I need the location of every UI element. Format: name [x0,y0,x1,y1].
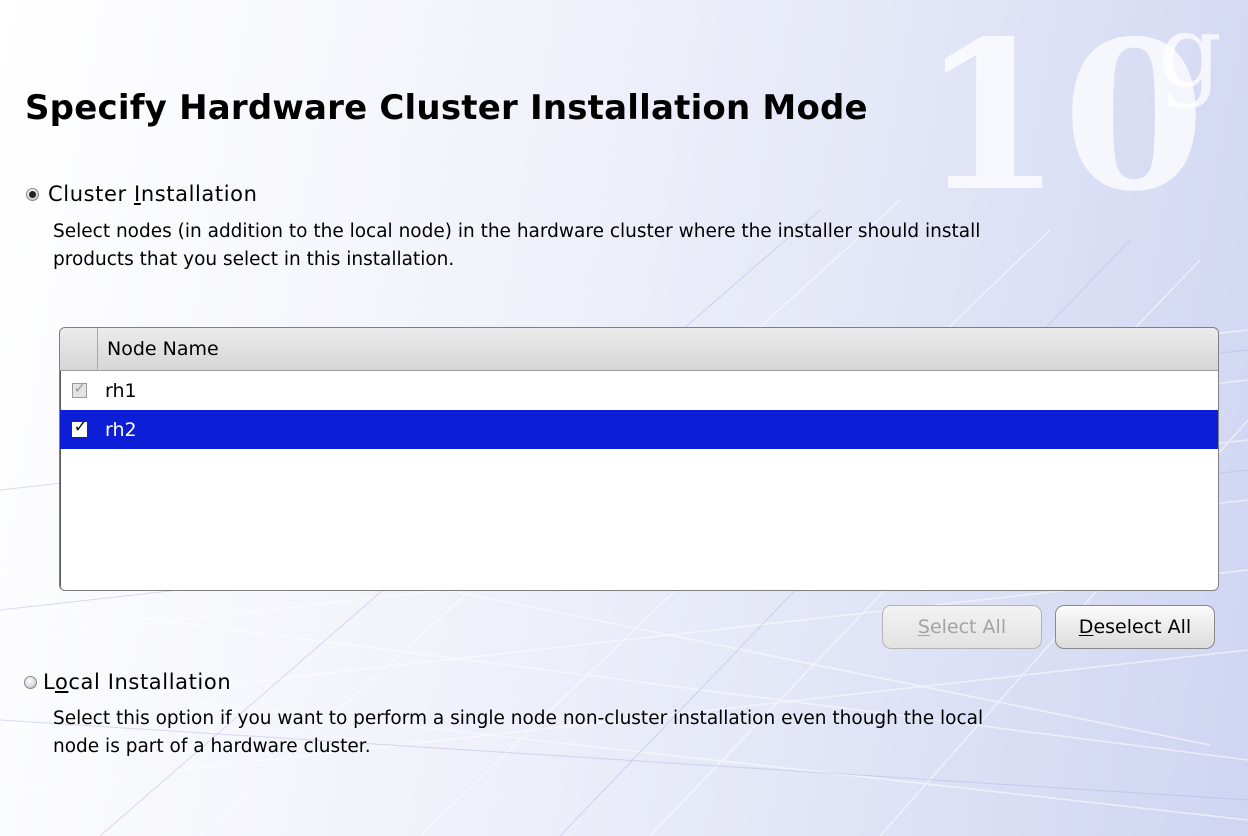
table-row[interactable]: rh1 [60,371,1218,410]
cluster-installation-radio[interactable]: Cluster Installation [26,182,258,206]
local-installation-description: Select this option if you want to perfor… [53,708,984,757]
node-name-cell: rh2 [105,418,137,441]
table-header: Node Name [60,328,1218,371]
page-title: Specify Hardware Cluster Installation Mo… [25,88,868,128]
cluster-installation-label: Cluster Installation [48,182,258,206]
checkbox-column-header[interactable] [60,328,98,370]
deselect-all-button[interactable]: Deselect All [1055,605,1215,649]
radio-unchecked-icon [24,675,37,689]
local-installation-label: Local Installation [43,670,232,694]
node-checkbox[interactable] [71,417,88,437]
table-row-selected[interactable]: rh2 [60,410,1218,449]
cluster-installation-description: Select nodes (in addition to the local n… [53,221,981,270]
select-all-button[interactable]: Select All [882,605,1042,649]
node-table[interactable]: Node Name rh1 rh2 [59,327,1219,591]
radio-checked-icon [26,187,39,201]
installer-panel: Specify Hardware Cluster Installation Mo… [0,0,1248,836]
local-installation-radio[interactable]: Local Installation [24,670,231,694]
node-name-cell: rh1 [105,379,137,402]
disabled-checkbox-icon [71,379,87,398]
node-name-column-header[interactable]: Node Name [98,328,219,370]
